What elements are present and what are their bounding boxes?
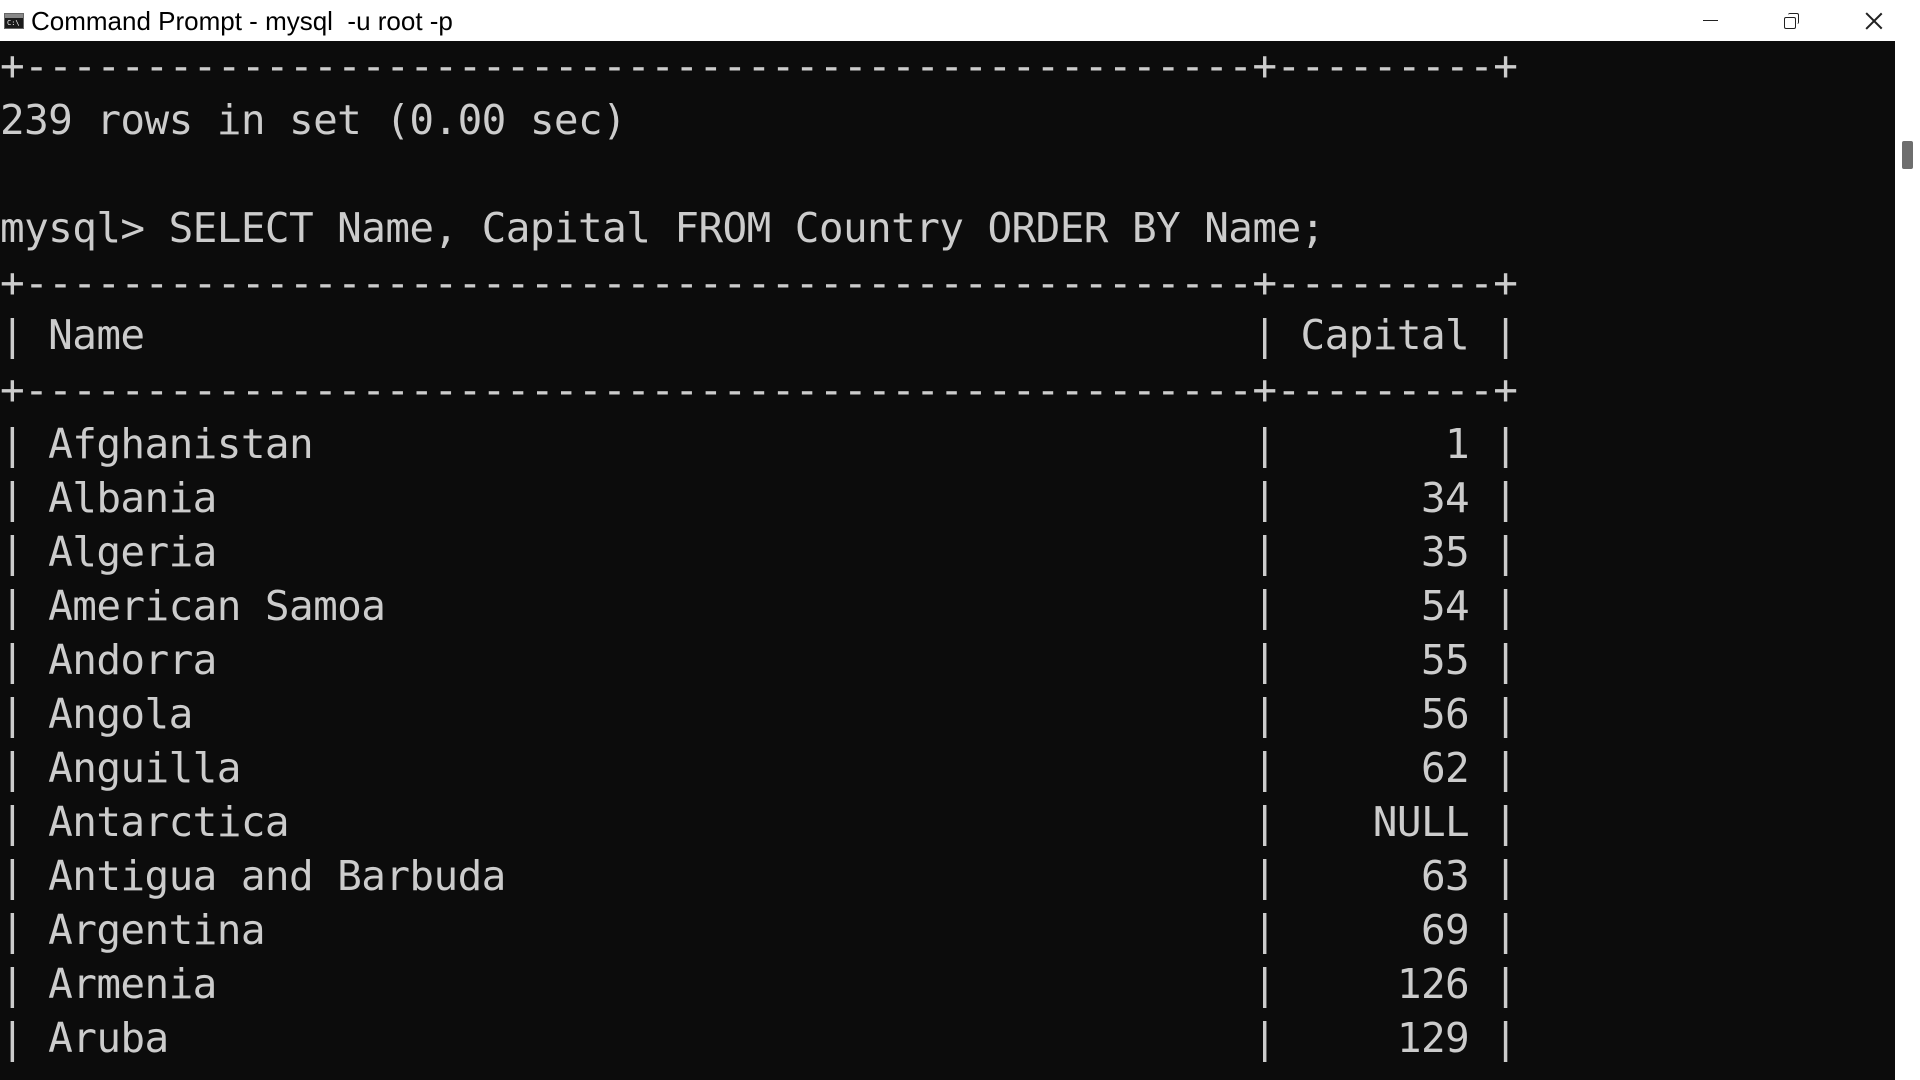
minimize-button[interactable] [1669, 0, 1751, 41]
table-row: | Afghanistan | 1 | [0, 420, 1518, 468]
table-row: | Andorra | 55 | [0, 636, 1518, 684]
minimize-icon [1702, 19, 1718, 22]
title-bar[interactable]: C:\ Command Prompt - mysql -u root -p [0, 0, 1920, 41]
table-border-top: +---------------------------------------… [0, 42, 1518, 90]
table-row: | Algeria | 35 | [0, 528, 1518, 576]
table-row: | Armenia | 126 | [0, 960, 1518, 1008]
table-row: | American Samoa | 54 | [0, 582, 1518, 630]
sql-command: SELECT Name, Capital FROM Country ORDER … [168, 204, 1326, 252]
restore-icon [1784, 12, 1800, 29]
table-row: | Argentina | 69 | [0, 906, 1518, 954]
close-icon [1865, 12, 1883, 30]
vertical-scrollbar[interactable] [1895, 41, 1920, 1080]
result-summary: 239 rows in set (0.00 sec) [0, 96, 627, 144]
window-title: Command Prompt - mysql -u root -p [31, 6, 453, 36]
table-row: | Antigua and Barbuda | 63 | [0, 852, 1518, 900]
scrollbar-thumb[interactable] [1902, 141, 1913, 169]
table-header-border: +---------------------------------------… [0, 366, 1518, 414]
terminal-output[interactable]: +---------------------------------------… [0, 41, 1895, 1080]
restore-button[interactable] [1751, 0, 1833, 41]
table-header-row: | Name | Capital | [0, 311, 1518, 359]
command-prompt-icon: C:\ [4, 13, 24, 29]
command-line: mysql> SELECT Name, Capital FROM Country… [0, 205, 1325, 251]
table-row: | Albania | 34 | [0, 474, 1518, 522]
mysql-prompt: mysql> [0, 204, 169, 252]
table-row: | Aruba | 129 | [0, 1014, 1518, 1062]
table-border: +---------------------------------------… [0, 259, 1518, 307]
close-button[interactable] [1833, 0, 1915, 41]
table-row: | Anguilla | 62 | [0, 744, 1518, 792]
app-icon-label: C:\ [7, 19, 20, 27]
command-prompt-window: C:\ Command Prompt - mysql -u root -p +-… [0, 0, 1920, 1080]
table-row: | Angola | 56 | [0, 690, 1518, 738]
table-row: | Antarctica | NULL | [0, 798, 1518, 846]
